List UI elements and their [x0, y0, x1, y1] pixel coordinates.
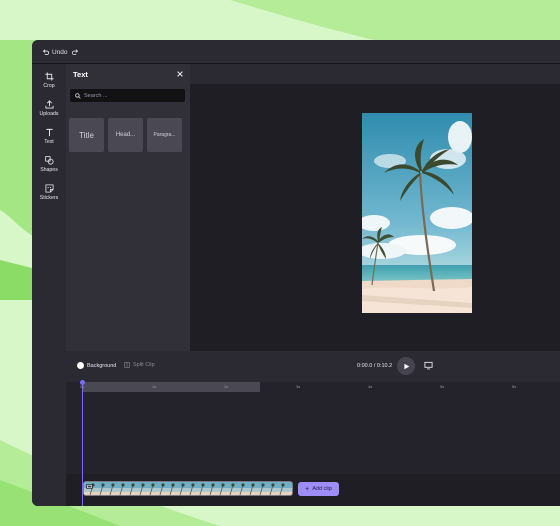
- shapes-icon: [44, 156, 54, 165]
- tick-label: 3s: [296, 384, 301, 389]
- redo-button[interactable]: [72, 46, 79, 59]
- sidebar-item-text[interactable]: Text: [32, 128, 66, 152]
- player-controls: Background Split Clip 0:00.0 / 0:10.2: [66, 351, 560, 382]
- video-clip[interactable]: [83, 481, 293, 496]
- timeline-track-area[interactable]: [66, 392, 560, 474]
- crop-icon: [44, 72, 54, 81]
- close-icon[interactable]: [176, 70, 184, 78]
- timeline-ruler[interactable]: 0s 1s 2s 3s 4s 5s 6s: [66, 382, 560, 392]
- playhead-line[interactable]: [82, 380, 83, 506]
- text-card-label: Paragra...: [153, 132, 176, 138]
- search-field: [70, 89, 185, 102]
- undo-button[interactable]: Undo: [42, 46, 68, 59]
- preview-toolbar: [190, 64, 560, 84]
- top-toolbar: Undo: [32, 40, 560, 64]
- video-preview-canvas[interactable]: [362, 113, 472, 313]
- tick-label: 6s: [512, 384, 517, 389]
- play-button[interactable]: [397, 357, 415, 375]
- text-panel: Text Title Head... Paragra...: [66, 64, 190, 351]
- split-clip-button[interactable]: Split Clip: [124, 362, 155, 368]
- tick-label: 2s: [224, 384, 229, 389]
- undo-icon: [42, 49, 49, 56]
- background-color-swatch: [77, 362, 84, 369]
- upload-icon: [44, 100, 54, 109]
- tick-label: 4s: [368, 384, 373, 389]
- screen-icon[interactable]: [424, 361, 433, 370]
- search-icon: [75, 92, 81, 99]
- sidebar-item-label: Uploads: [39, 111, 59, 117]
- background-label: Background: [87, 362, 117, 369]
- sidebar-item-label: Shapes: [40, 167, 58, 173]
- undo-label: Undo: [52, 49, 68, 56]
- sticker-icon: [44, 184, 54, 193]
- panel-title: Text: [73, 70, 88, 79]
- text-card-title[interactable]: Title: [69, 118, 104, 152]
- clip-thumbnails: [84, 482, 292, 495]
- text-card-label: Head...: [115, 132, 136, 138]
- search-input[interactable]: [84, 92, 184, 99]
- split-icon: [124, 362, 130, 368]
- redo-icon: [72, 49, 79, 56]
- sidebar-item-crop[interactable]: Crop: [32, 72, 66, 96]
- sidebar-item-label: Text: [44, 139, 54, 145]
- sidebar-item-uploads[interactable]: Uploads: [32, 100, 66, 124]
- split-clip-label: Split Clip: [133, 362, 155, 368]
- tool-sidebar: Crop Uploads Text Shapes Stickers: [32, 64, 66, 506]
- playhead-handle[interactable]: [80, 380, 85, 385]
- add-clip-button[interactable]: + Add clip: [298, 482, 339, 496]
- time-display: 0:00.0 / 0:10.2: [357, 363, 393, 369]
- sidebar-item-shapes[interactable]: Shapes: [32, 156, 66, 180]
- play-icon: [403, 363, 409, 369]
- text-card-paragraph[interactable]: Paragra...: [147, 118, 182, 152]
- text-card-label: Title: [79, 130, 94, 140]
- preview-stage: [190, 84, 560, 351]
- sidebar-item-stickers[interactable]: Stickers: [32, 184, 66, 208]
- ruler-clip-range: [82, 382, 260, 392]
- sidebar-item-label: Stickers: [39, 195, 59, 201]
- video-editor-window: Undo Crop Uploads Text Shapes Stickers T…: [32, 40, 560, 506]
- add-clip-label: Add clip: [312, 486, 332, 492]
- text-card-heading[interactable]: Head...: [108, 118, 143, 152]
- sidebar-item-label: Crop: [43, 83, 55, 89]
- tick-label: 1s: [152, 384, 157, 389]
- beach-palm-image: [362, 113, 472, 313]
- background-button[interactable]: Background: [77, 362, 116, 369]
- plus-icon: +: [305, 485, 310, 493]
- tick-label: 5s: [440, 384, 445, 389]
- text-icon: [45, 128, 53, 137]
